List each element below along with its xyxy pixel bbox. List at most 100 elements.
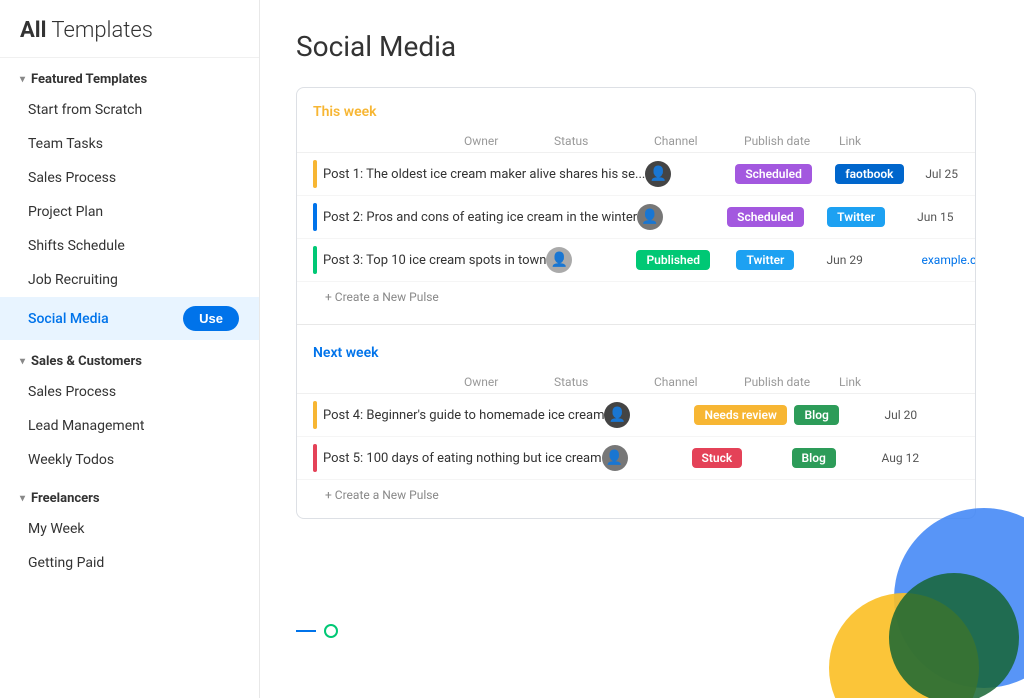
- table-row: Post 3: Top 10 ice cream spots in town👤P…: [297, 239, 975, 282]
- row-link-cell[interactable]: example.com/d2: [921, 253, 976, 267]
- channel-badge: Twitter: [827, 207, 885, 227]
- row-owner-cell: 👤: [637, 204, 727, 230]
- scroll-indicator: [296, 624, 338, 638]
- group-label-this-week: This week: [297, 104, 975, 130]
- column-header-4: Publish date: [744, 134, 839, 148]
- section-divider: [297, 324, 975, 325]
- sidebar-section-sales: ▾Sales & Customers Sales Process Lead Mana…: [0, 340, 259, 477]
- row-title-cell: Post 5: 100 days of eating nothing but i…: [313, 444, 602, 472]
- status-badge: Needs review: [694, 405, 786, 425]
- decorative-circles: [804, 498, 1024, 698]
- row-color-indicator: [313, 444, 317, 472]
- sidebar-section-label-sales[interactable]: ▾Sales & Customers: [0, 340, 259, 375]
- sidebar-item-team-tasks[interactable]: Team Tasks: [0, 127, 259, 161]
- row-title-cell: Post 4: Beginner's guide to homemade ice…: [313, 401, 604, 429]
- sidebar-section-freelancers: ▾Freelancers My Week Getting Paid: [0, 477, 259, 580]
- status-badge: Scheduled: [735, 164, 812, 184]
- sidebar-item-label: Shifts Schedule: [28, 238, 125, 254]
- column-header-2: Status: [554, 375, 654, 389]
- avatar: 👤: [602, 445, 628, 471]
- row-owner-cell: 👤: [546, 247, 636, 273]
- sidebar-section-label-featured[interactable]: ▾Featured Templates: [0, 58, 259, 93]
- group-next-week: Next weekOwnerStatusChannelPublish dateL…: [297, 329, 975, 518]
- row-status-cell: Stuck: [692, 451, 792, 466]
- row-status-cell: Scheduled: [735, 167, 835, 182]
- sidebar-item-my-week[interactable]: My Week: [0, 512, 259, 546]
- channel-badge: Blog: [794, 405, 838, 425]
- scroll-line: [296, 630, 316, 632]
- column-header-1: Owner: [464, 134, 554, 148]
- chevron-icon: ▾: [20, 493, 25, 504]
- column-header-3: Channel: [654, 375, 744, 389]
- row-date-cell: Jul 20: [884, 408, 976, 422]
- row-channel-cell: Twitter: [827, 210, 917, 225]
- row-channel-cell: Twitter: [736, 253, 826, 268]
- sidebar-item-label: My Week: [28, 521, 84, 537]
- sidebar-title-bold: All: [20, 18, 46, 43]
- avatar: 👤: [645, 161, 671, 187]
- sidebar-item-project-plan[interactable]: Project Plan: [0, 195, 259, 229]
- row-title-cell: Post 2: Pros and cons of eating ice crea…: [313, 203, 637, 231]
- row-status-cell: Needs review: [694, 408, 794, 423]
- sidebar-item-weekly-todos[interactable]: Weekly Todos: [0, 443, 259, 477]
- row-date-cell: Jun 15: [917, 210, 976, 224]
- row-title-cell: Post 3: Top 10 ice cream spots in town: [313, 246, 546, 274]
- sidebar-nav: ▾Featured Templates Start from Scratch Tea…: [0, 58, 259, 580]
- row-date-cell: Jun 29: [826, 253, 921, 267]
- row-owner-cell: 👤: [602, 445, 692, 471]
- column-header-5: Link: [839, 134, 959, 148]
- page-title: Social Media: [296, 30, 988, 63]
- row-title: Post 2: Pros and cons of eating ice crea…: [323, 210, 637, 225]
- sidebar-item-lead-management[interactable]: Lead Management: [0, 409, 259, 443]
- column-header-3: Channel: [654, 134, 744, 148]
- avatar: 👤: [546, 247, 572, 273]
- sidebar-title-normal: Templates: [46, 18, 152, 43]
- sidebar-item-label: Sales Process: [28, 384, 116, 400]
- sidebar-item-shifts-schedule[interactable]: Shifts Schedule: [0, 229, 259, 263]
- row-title: Post 4: Beginner's guide to homemade ice…: [323, 408, 604, 423]
- channel-badge: Twitter: [736, 250, 794, 270]
- sidebar-item-social-media[interactable]: Social Media Use: [0, 297, 259, 340]
- create-pulse-button[interactable]: + Create a New Pulse: [297, 282, 975, 310]
- sidebar-section-label-freelancers[interactable]: ▾Freelancers: [0, 477, 259, 512]
- column-header-2: Status: [554, 134, 654, 148]
- row-title: Post 3: Top 10 ice cream spots in town: [323, 253, 546, 268]
- row-color-indicator: [313, 160, 317, 188]
- table-row: Post 1: The oldest ice cream maker alive…: [297, 153, 975, 196]
- row-color-indicator: [313, 203, 317, 231]
- sidebar-item-label: Start from Scratch: [28, 102, 142, 118]
- sidebar-item-label: Weekly Todos: [28, 452, 114, 468]
- sidebar-item-label: Team Tasks: [28, 136, 103, 152]
- status-badge: Scheduled: [727, 207, 804, 227]
- sidebar-item-label: Lead Management: [28, 418, 144, 434]
- create-pulse-button[interactable]: + Create a New Pulse: [297, 480, 975, 508]
- sidebar-item-sales-process[interactable]: Sales Process: [0, 161, 259, 195]
- main-content: Social Media This weekOwnerStatusChannel…: [260, 0, 1024, 698]
- sidebar-item-label: Project Plan: [28, 204, 103, 220]
- chevron-icon: ▾: [20, 74, 25, 85]
- sidebar-item-start-from-scratch[interactable]: Start from Scratch: [0, 93, 259, 127]
- table-row: Post 2: Pros and cons of eating ice crea…: [297, 196, 975, 239]
- sidebar-item-label: Sales Process: [28, 170, 116, 186]
- sidebar-item-label: Job Recruiting: [28, 272, 118, 288]
- column-header-0: [313, 134, 464, 148]
- sidebar: All Templates ▾Featured Templates Start f…: [0, 0, 260, 698]
- sidebar-item-sales-process[interactable]: Sales Process: [0, 375, 259, 409]
- row-owner-cell: 👤: [604, 402, 694, 428]
- sidebar-item-label: Social Media: [28, 311, 109, 327]
- sidebar-item-job-recruiting[interactable]: Job Recruiting: [0, 263, 259, 297]
- row-status-cell: Scheduled: [727, 210, 827, 225]
- column-header-4: Publish date: [744, 375, 839, 389]
- row-channel-cell: faotbook: [835, 167, 925, 182]
- row-channel-cell: Blog: [794, 408, 884, 423]
- avatar: 👤: [604, 402, 630, 428]
- sidebar-title: All Templates: [0, 0, 259, 58]
- sidebar-item-label: Getting Paid: [28, 555, 104, 571]
- row-title: Post 1: The oldest ice cream maker alive…: [323, 167, 645, 182]
- use-template-button[interactable]: Use: [183, 306, 239, 331]
- table-row: Post 4: Beginner's guide to homemade ice…: [297, 394, 975, 437]
- row-date-cell: Jul 25: [925, 167, 976, 181]
- sidebar-item-getting-paid[interactable]: Getting Paid: [0, 546, 259, 580]
- avatar: 👤: [637, 204, 663, 230]
- scroll-circle: [324, 624, 338, 638]
